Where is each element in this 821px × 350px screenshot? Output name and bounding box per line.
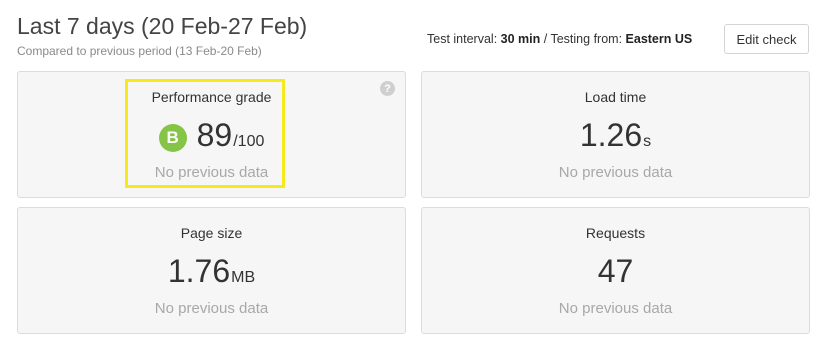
requests-label: Requests bbox=[585, 225, 646, 241]
requests-value: 47 bbox=[422, 251, 809, 291]
page-size-previous: No previous data bbox=[154, 300, 269, 317]
page-size-unit: MB bbox=[231, 269, 256, 286]
page-size-value: 1.76 MB bbox=[18, 251, 405, 298]
comparison-subtitle: Compared to previous period (13 Feb-20 F… bbox=[17, 44, 262, 58]
test-settings-info: Test interval: 30 min / Testing from: Ea… bbox=[427, 32, 692, 46]
load-time-previous: No previous data bbox=[558, 164, 673, 181]
test-interval-value: 30 min bbox=[500, 32, 541, 46]
page-size-number: 1.76 bbox=[167, 253, 231, 289]
performance-grade-card: ? Performance grade B 89 /100 No previou… bbox=[17, 71, 406, 198]
load-time-unit: s bbox=[643, 133, 652, 150]
page-size-card: Page size 1.76 MB No previous data bbox=[17, 207, 406, 334]
load-time-card: Load time 1.26 s No previous data bbox=[421, 71, 810, 198]
requests-card: Requests 47 No previous data bbox=[421, 207, 810, 334]
separator: / bbox=[543, 32, 548, 46]
test-interval-label: Test interval: bbox=[427, 32, 498, 46]
page-size-label: Page size bbox=[180, 225, 243, 241]
edit-check-button[interactable]: Edit check bbox=[724, 24, 809, 54]
highlight-box bbox=[125, 79, 285, 188]
testing-from-label: Testing from: bbox=[550, 32, 623, 46]
requests-number: 47 bbox=[597, 253, 634, 289]
page-title: Last 7 days (20 Feb-27 Feb) bbox=[17, 13, 308, 39]
requests-previous: No previous data bbox=[558, 300, 673, 317]
load-time-value: 1.26 s bbox=[422, 115, 809, 162]
testing-from-value: Eastern US bbox=[625, 32, 693, 46]
load-time-number: 1.26 bbox=[579, 117, 643, 153]
load-time-label: Load time bbox=[584, 89, 647, 105]
